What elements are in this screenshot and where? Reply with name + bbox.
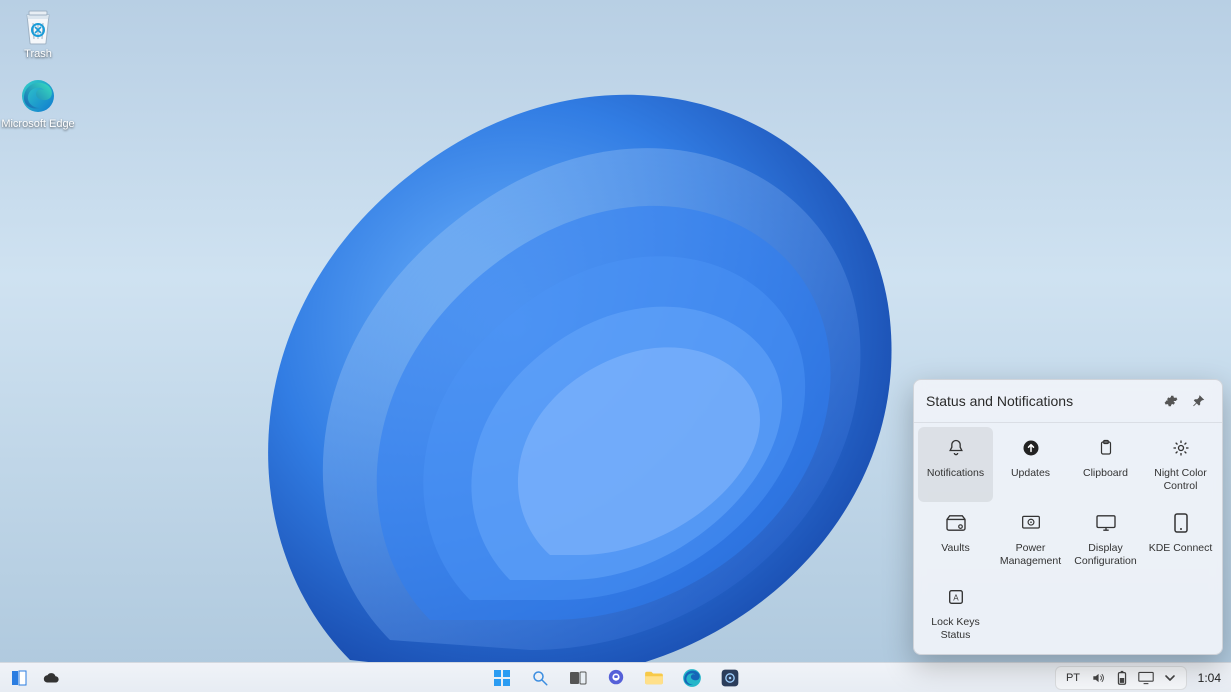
folder-icon	[644, 670, 664, 686]
activities-icon	[11, 670, 27, 686]
tray-expand-button[interactable]	[1162, 670, 1178, 686]
taskbar-taskview-button[interactable]	[565, 665, 591, 691]
system-tray-popup: Status and Notifications Notifications U…	[913, 379, 1223, 655]
tray-battery-button[interactable]	[1114, 670, 1130, 686]
taskbar-weather-button[interactable]	[40, 667, 62, 689]
taskbar: PT 1:04	[0, 662, 1231, 692]
taskbar-chat-button[interactable]	[603, 665, 629, 691]
desktop-icon-label: Microsoft Edge	[0, 118, 76, 131]
svg-text:A: A	[953, 593, 959, 602]
tray-item-updates[interactable]: Updates	[993, 427, 1068, 501]
display-small-icon	[1138, 671, 1154, 685]
vault-icon	[945, 512, 967, 534]
tray-item-label: Notifications	[927, 467, 984, 480]
desktop-icon-trash[interactable]: Trash	[0, 6, 76, 61]
updates-icon	[1020, 437, 1042, 459]
tray-language-button[interactable]: PT	[1064, 672, 1082, 684]
display-icon	[1095, 512, 1117, 534]
tray-item-label: Vaults	[941, 542, 969, 555]
cloud-icon	[42, 671, 60, 685]
volume-icon	[1091, 671, 1105, 685]
chat-icon	[606, 669, 626, 687]
tray-item-lock-keys[interactable]: A Lock Keys Status	[918, 576, 993, 650]
tray-item-label: Clipboard	[1083, 467, 1128, 480]
taskbar-search-button[interactable]	[527, 665, 553, 691]
battery-icon	[1116, 670, 1128, 686]
gear-icon	[1164, 394, 1178, 408]
taskbar-edge-button[interactable]	[679, 665, 705, 691]
tray-display-button[interactable]	[1138, 670, 1154, 686]
brightness-icon	[1170, 437, 1192, 459]
taskview-icon	[569, 669, 587, 687]
tray-item-night-color[interactable]: Night Color Control	[1143, 427, 1218, 501]
taskbar-activities-button[interactable]	[8, 667, 30, 689]
trash-icon	[16, 6, 60, 46]
search-icon	[531, 669, 549, 687]
lock-keys-icon: A	[945, 586, 967, 608]
edge-icon	[16, 76, 60, 116]
taskbar-settings-button[interactable]	[717, 665, 743, 691]
taskbar-tray: PT	[1055, 666, 1187, 690]
tray-item-label: Power Management	[997, 542, 1064, 568]
tray-item-label: Display Configuration	[1072, 542, 1139, 568]
tray-item-vaults[interactable]: Vaults	[918, 502, 993, 576]
desktop-icon-label: Trash	[0, 48, 76, 61]
tray-item-display-config[interactable]: Display Configuration	[1068, 502, 1143, 576]
taskbar-start-button[interactable]	[489, 665, 515, 691]
tray-configure-button[interactable]	[1160, 390, 1182, 412]
tray-pin-button[interactable]	[1188, 390, 1210, 412]
pin-icon	[1192, 394, 1206, 408]
phone-icon	[1170, 512, 1192, 534]
tray-popup-title: Status and Notifications	[926, 393, 1073, 409]
tray-popup-header: Status and Notifications	[914, 380, 1222, 423]
tray-item-power-management[interactable]: Power Management	[993, 502, 1068, 576]
bell-icon	[945, 437, 967, 459]
settings-app-icon	[720, 668, 740, 688]
tray-popup-grid: Notifications Updates Clipboard Night Co…	[914, 423, 1222, 654]
tray-item-label: Lock Keys Status	[922, 616, 989, 642]
tray-item-kde-connect[interactable]: KDE Connect	[1143, 502, 1218, 576]
chevron-down-icon	[1164, 672, 1176, 684]
tray-item-label: KDE Connect	[1149, 542, 1213, 555]
start-icon	[493, 669, 511, 687]
tray-item-label: Night Color Control	[1147, 467, 1214, 493]
taskbar-clock[interactable]: 1:04	[1193, 671, 1223, 685]
tray-item-notifications[interactable]: Notifications	[918, 427, 993, 501]
clipboard-icon	[1095, 437, 1117, 459]
power-mgmt-icon	[1020, 512, 1042, 534]
edge-icon	[682, 668, 702, 688]
desktop-icon-edge[interactable]: Microsoft Edge	[0, 76, 76, 131]
tray-item-clipboard[interactable]: Clipboard	[1068, 427, 1143, 501]
taskbar-files-button[interactable]	[641, 665, 667, 691]
tray-item-label: Updates	[1011, 467, 1050, 480]
tray-volume-button[interactable]	[1090, 670, 1106, 686]
